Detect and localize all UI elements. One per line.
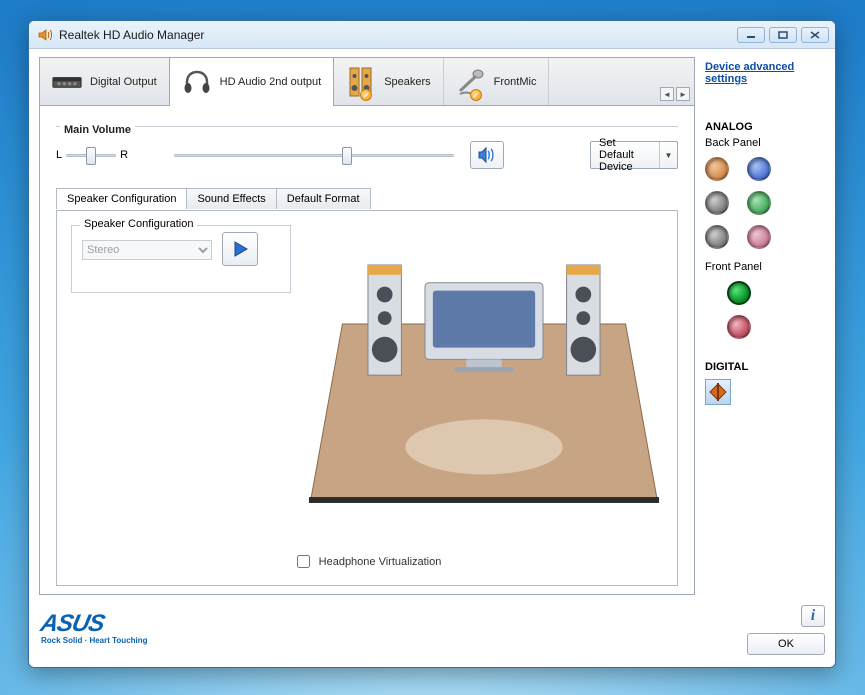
jack-back-grey2[interactable] (705, 225, 729, 249)
jack-back-orange[interactable] (705, 157, 729, 181)
tab-frontmic[interactable]: ✓ FrontMic (444, 58, 550, 105)
speaker-app-icon (37, 27, 53, 43)
volume-slider[interactable] (174, 146, 454, 164)
balance-control: L R (56, 146, 128, 164)
window-controls (737, 27, 831, 43)
digital-output-jack[interactable] (705, 379, 731, 405)
amplifier-icon (52, 67, 82, 97)
side-panel: ANALOG Back Panel Front Panel DIGITAL (705, 113, 825, 595)
ok-button[interactable]: OK (747, 633, 825, 655)
main-volume-label: Main Volume (60, 124, 135, 136)
jack-back-green[interactable] (747, 191, 771, 215)
close-button[interactable] (801, 27, 829, 43)
jack-front-pink[interactable] (727, 315, 751, 339)
tab-scroll: ◄ ► (660, 58, 694, 105)
mute-button[interactable] (470, 141, 504, 169)
tab-label: FrontMic (494, 76, 537, 88)
chevron-down-icon: ▼ (659, 142, 677, 168)
headphone-virtualization-checkbox[interactable]: Headphone Virtualization (57, 552, 677, 571)
tab-sound-effects[interactable]: Sound Effects (186, 188, 276, 209)
default-badge-icon: ✓ (470, 89, 482, 101)
client-area: Digital Output HD Audio 2nd output (39, 57, 825, 657)
asus-logo: ASUS Rock Solid · Heart Touching (41, 613, 148, 645)
window-title: Realtek HD Audio Manager (59, 28, 737, 42)
jack-back-blue[interactable] (747, 157, 771, 181)
tab-scroll-right[interactable]: ► (676, 87, 690, 101)
app-window: Realtek HD Audio Manager (28, 20, 836, 668)
tab-hd-audio-2nd-output[interactable]: HD Audio 2nd output (169, 57, 335, 106)
front-panel-label: Front Panel (705, 261, 825, 273)
tab-speaker-configuration[interactable]: Speaker Configuration (56, 188, 187, 209)
brand-tagline: Rock Solid · Heart Touching (41, 636, 148, 645)
speaker-stage (307, 221, 661, 545)
speaker-config-select[interactable]: Stereo (82, 240, 212, 260)
play-button[interactable] (222, 232, 258, 266)
tab-label: Speakers (384, 76, 430, 88)
jack-back-grey1[interactable] (705, 191, 729, 215)
speaker-config-label: Speaker Configuration (80, 218, 197, 230)
ok-label: OK (778, 638, 794, 650)
minimize-button[interactable] (737, 27, 765, 43)
headphones-icon (182, 67, 212, 97)
tab-label: Digital Output (90, 76, 157, 88)
headphone-virtualization-label: Headphone Virtualization (319, 556, 442, 568)
back-panel-jacks (705, 157, 795, 249)
digital-heading: DIGITAL (705, 361, 825, 373)
device-advanced-settings-link[interactable]: Device advanced settings (705, 61, 825, 85)
main-panel: Main Volume L R (39, 105, 695, 595)
main-volume-group: Main Volume L R (56, 126, 678, 169)
analog-heading: ANALOG (705, 121, 825, 133)
speaker-config-group: Speaker Configuration Stereo (71, 225, 291, 293)
tab-digital-output[interactable]: Digital Output (40, 58, 170, 105)
balance-left-label: L (56, 149, 62, 161)
headphone-virtualization-input[interactable] (297, 555, 310, 568)
brand-name: ASUS (39, 613, 150, 635)
tab-label: HD Audio 2nd output (220, 76, 322, 88)
play-icon (231, 240, 249, 258)
default-device-label: Set Default Device (591, 137, 659, 173)
device-tab-bar: Digital Output HD Audio 2nd output (39, 57, 695, 105)
info-button[interactable]: i (801, 605, 825, 627)
balance-right-label: R (120, 149, 128, 161)
set-default-device-dropdown[interactable]: Set Default Device ▼ (590, 141, 678, 169)
footer: ASUS Rock Solid · Heart Touching i OK (39, 601, 825, 657)
back-panel-label: Back Panel (705, 137, 825, 149)
tab-scroll-left[interactable]: ◄ (660, 87, 674, 101)
front-panel-jacks (727, 281, 825, 339)
tab-default-format[interactable]: Default Format (276, 188, 371, 209)
jack-back-pink[interactable] (747, 225, 771, 249)
balance-slider[interactable] (66, 146, 116, 164)
speaker-configuration-panel: Speaker Configuration Stereo (56, 210, 678, 586)
sub-tab-bar: Speaker Configuration Sound Effects Defa… (56, 188, 678, 209)
maximize-button[interactable] (769, 27, 797, 43)
jack-front-green[interactable] (727, 281, 751, 305)
default-badge-icon: ✓ (360, 89, 372, 101)
tab-speakers[interactable]: ✓ Speakers (334, 58, 443, 105)
titlebar: Realtek HD Audio Manager (29, 21, 835, 49)
